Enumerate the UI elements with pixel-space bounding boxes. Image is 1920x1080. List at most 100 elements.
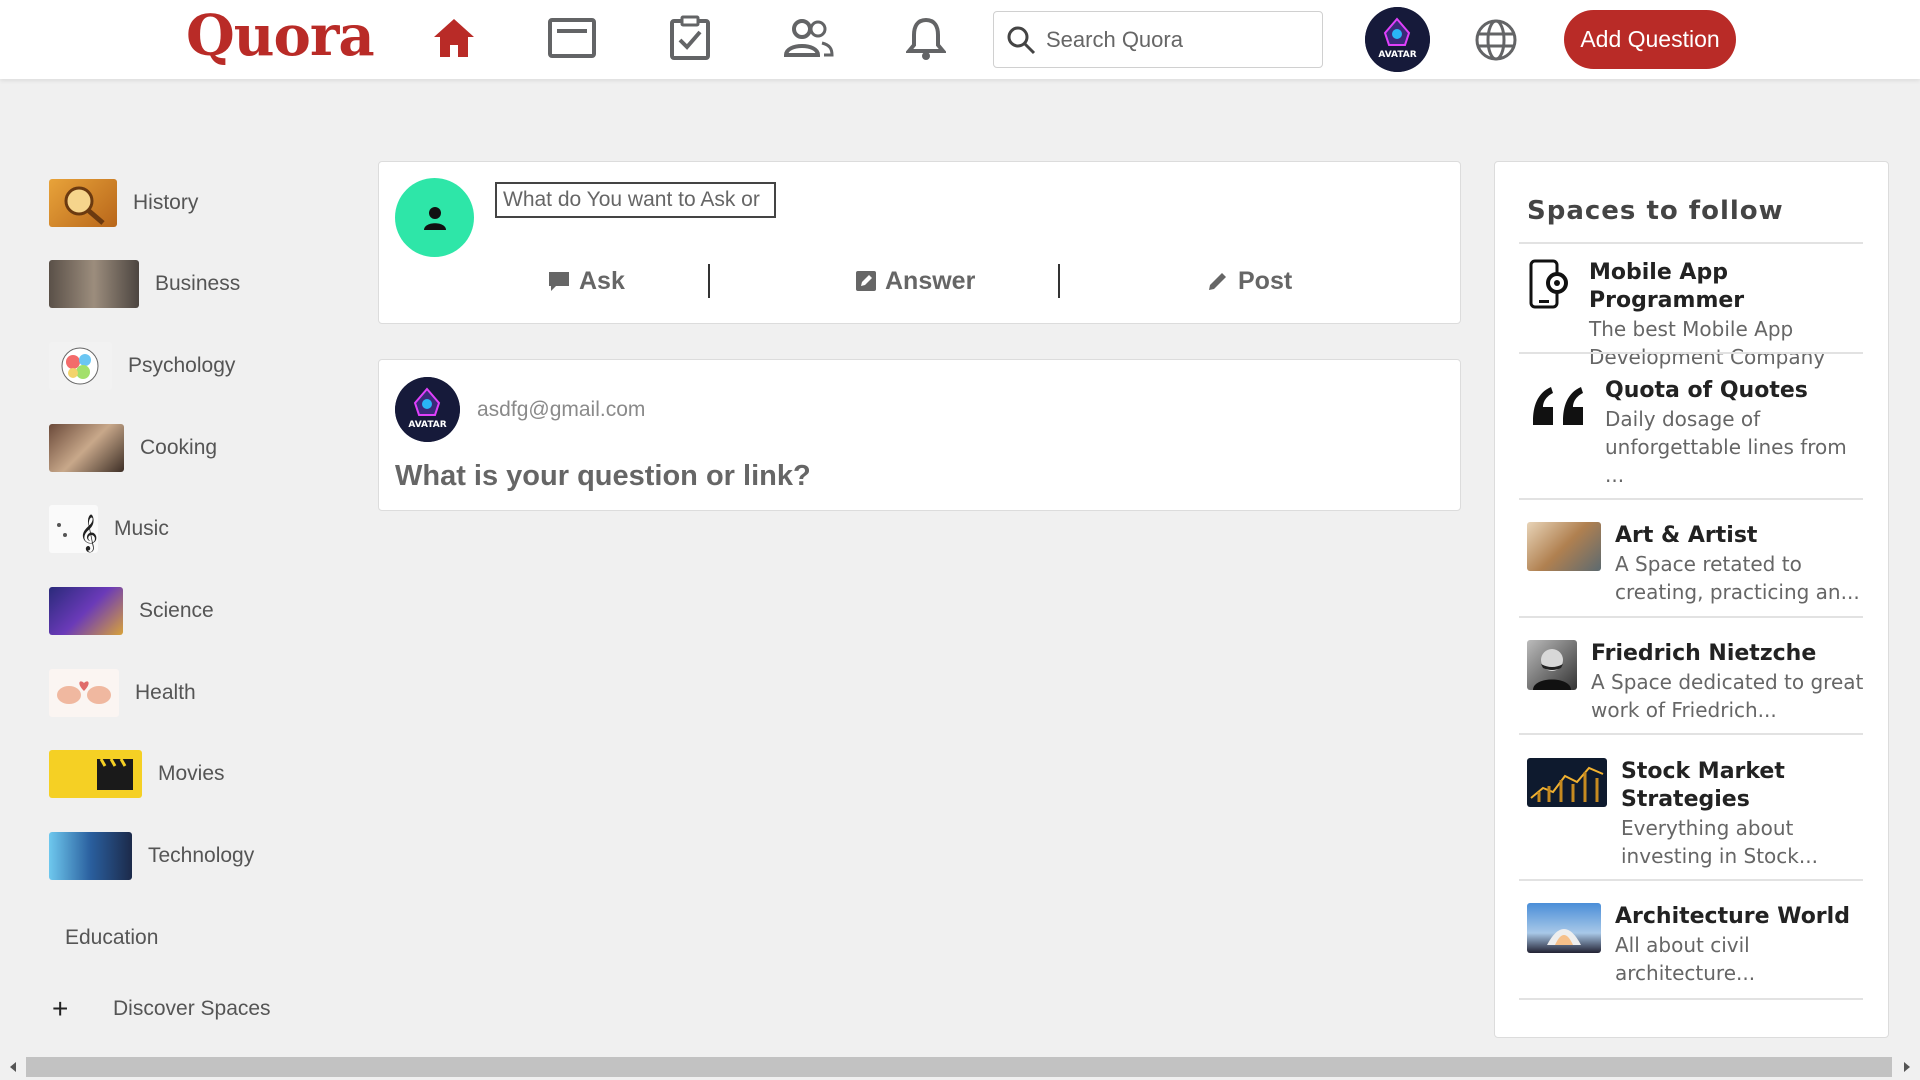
sidebar-item-health[interactable]: Health: [49, 667, 196, 719]
sidebar-item-label: Science: [139, 599, 214, 622]
scroll-left-icon[interactable]: [5, 1059, 21, 1075]
space-name: Mobile App Programmer: [1589, 260, 1745, 313]
post-button[interactable]: Post: [1206, 260, 1292, 302]
pencil-icon: [1209, 273, 1226, 290]
cooking-thumbnail: [49, 424, 124, 472]
space-description: Daily dosage of: [1605, 407, 1761, 431]
space-name: Quota of Quotes: [1605, 378, 1808, 403]
ask-question-card: Ask Answer Post: [378, 161, 1461, 324]
user-default-avatar[interactable]: [395, 178, 474, 257]
ask-button[interactable]: Ask: [547, 260, 625, 302]
space-description: investing in Stock...: [1621, 844, 1818, 868]
business-thumbnail: [49, 260, 139, 308]
spaces-icon[interactable]: [782, 12, 834, 64]
top-navbar: Quora AVATAR Add Question: [0, 0, 1920, 79]
space-name: Stock Market: [1621, 759, 1785, 784]
health-thumbnail: [49, 669, 119, 717]
scroll-right-icon[interactable]: [1899, 1059, 1915, 1075]
post-question-text[interactable]: What is your question or link?: [395, 460, 811, 493]
art-thumbnail: [1527, 522, 1601, 571]
answer-button[interactable]: Answer: [855, 260, 975, 302]
space-description: unforgettable lines from: [1605, 435, 1847, 459]
space-name: Friedrich Nietzche: [1591, 641, 1817, 666]
search-input[interactable]: [1046, 26, 1306, 53]
sidebar-item-technology[interactable]: Technology: [49, 830, 254, 882]
sidebar-item-music[interactable]: 𝄞 Music: [49, 503, 169, 555]
sidebar-item-label: Music: [114, 517, 169, 540]
post-label: Post: [1238, 266, 1293, 295]
space-description: A Space retated to: [1615, 552, 1802, 576]
quora-logo[interactable]: Quora: [186, 2, 375, 70]
architecture-thumbnail: [1527, 903, 1601, 953]
post-author-email: asdfg@gmail.com: [477, 398, 646, 421]
sidebar-item-movies[interactable]: Movies: [49, 748, 225, 800]
svg-text:𝄞: 𝄞: [79, 513, 98, 552]
horizontal-scrollbar[interactable]: [0, 1054, 1920, 1080]
space-description: ...: [1605, 463, 1625, 487]
search-bar[interactable]: [993, 11, 1323, 68]
sidebar-item-label: Education: [65, 926, 159, 949]
music-thumbnail: 𝄞: [49, 505, 98, 553]
discover-spaces-label: Discover Spaces: [113, 997, 271, 1020]
divider: [1519, 616, 1863, 618]
action-divider: [1058, 264, 1060, 298]
psychology-thumbnail: [49, 342, 112, 390]
space-item-art-and-artist[interactable]: Art & Artist A Space retated to creating…: [1527, 522, 1860, 606]
discover-spaces-link[interactable]: + Discover Spaces: [52, 983, 271, 1035]
space-item-friedrich-nietzche[interactable]: Friedrich Nietzche A Space dedicated to …: [1527, 640, 1863, 724]
user-avatar[interactable]: AVATAR: [1365, 7, 1430, 72]
spaces-title: Spaces to follow: [1527, 196, 1784, 226]
science-thumbnail: [49, 587, 123, 635]
sidebar-item-label: Movies: [158, 762, 225, 785]
sidebar-item-label: Business: [155, 272, 241, 295]
add-question-button[interactable]: Add Question: [1564, 10, 1736, 69]
sidebar-item-history[interactable]: History: [49, 177, 198, 229]
ask-label: Ask: [579, 266, 625, 295]
space-description: The best Mobile App: [1589, 317, 1794, 341]
post-card: AVATAR asdfg@gmail.com What is your ques…: [378, 359, 1461, 511]
sidebar-item-business[interactable]: Business: [49, 258, 240, 310]
search-icon: [1007, 26, 1036, 54]
sidebar-item-label: Health: [135, 681, 196, 704]
svg-text:AVATAR: AVATAR: [1378, 50, 1416, 60]
space-name: Art & Artist: [1615, 523, 1758, 548]
space-name: Architecture World: [1615, 904, 1850, 929]
divider: [1519, 352, 1863, 354]
answer-icon[interactable]: [664, 12, 716, 64]
post-author-avatar[interactable]: AVATAR: [395, 377, 460, 442]
divider: [1519, 498, 1863, 500]
space-description: work of Friedrich...: [1591, 698, 1777, 722]
space-description: All about civil: [1615, 933, 1750, 957]
ask-question-input[interactable]: [495, 182, 776, 218]
notifications-icon[interactable]: [900, 12, 952, 64]
space-description: architecture...: [1615, 961, 1756, 985]
stock-chart-thumbnail: [1527, 758, 1607, 807]
divider: [1519, 998, 1863, 1000]
plus-icon: +: [52, 993, 69, 1024]
sidebar-item-label: Technology: [148, 844, 255, 867]
language-globe-icon[interactable]: [1470, 14, 1522, 66]
edit-square-icon: [856, 271, 876, 291]
divider: [1519, 733, 1863, 735]
space-description: A Space dedicated to great: [1591, 670, 1864, 694]
quote-mark-icon: [1527, 377, 1591, 433]
divider: [1519, 879, 1863, 881]
scrollbar-thumb[interactable]: [26, 1057, 1892, 1077]
mobile-settings-icon: [1527, 259, 1575, 309]
space-item-architecture-world[interactable]: Architecture World All about civil archi…: [1527, 903, 1850, 987]
spaces-to-follow-panel: Spaces to follow Mobile App Programmer T…: [1494, 161, 1889, 1038]
space-item-mobile-app-programmer[interactable]: Mobile App Programmer The best Mobile Ap…: [1527, 259, 1888, 371]
history-thumbnail: [49, 179, 117, 227]
following-icon[interactable]: [546, 12, 598, 64]
sidebar-item-cooking[interactable]: Cooking: [49, 422, 217, 474]
sidebar-item-education[interactable]: Education: [49, 912, 158, 964]
space-description: creating, practicing an...: [1615, 580, 1860, 604]
home-icon[interactable]: [428, 12, 480, 64]
space-item-stock-market-strategies[interactable]: Stock Market Strategies Everything about…: [1527, 758, 1818, 870]
sidebar-item-label: Psychology: [128, 354, 236, 377]
person-icon: [423, 206, 446, 230]
space-item-quota-of-quotes[interactable]: Quota of Quotes Daily dosage of unforget…: [1527, 377, 1847, 489]
sidebar-item-science[interactable]: Science: [49, 585, 214, 637]
sidebar-item-psychology[interactable]: Psychology: [49, 340, 235, 392]
nietzche-portrait: [1527, 640, 1577, 690]
